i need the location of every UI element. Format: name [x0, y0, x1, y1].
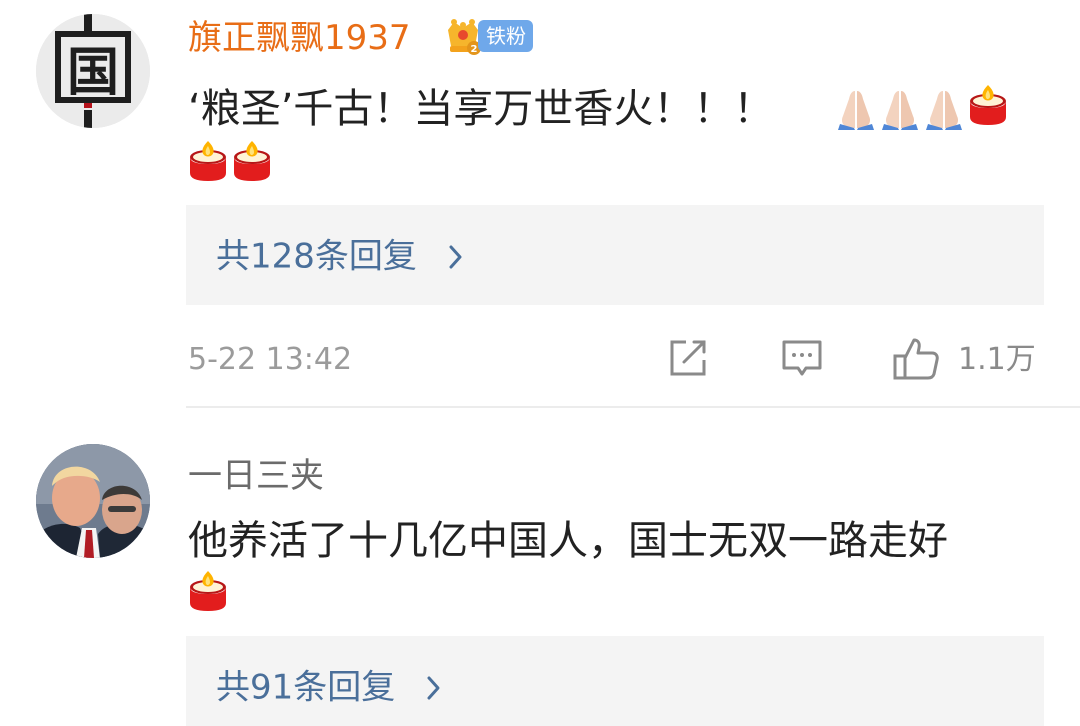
replies-count-label: 共128条回复	[216, 236, 417, 277]
replies-link[interactable]: 共128条回复	[216, 235, 464, 277]
replies-link[interactable]: 共91条回复	[216, 666, 442, 708]
reply-preview-box[interactable]: 共128条回复	[186, 205, 1044, 305]
fan-badge: 铁粉	[478, 20, 533, 52]
candle-emoji	[188, 570, 228, 612]
pray-emoji	[836, 88, 876, 130]
comment-icon[interactable]	[780, 336, 824, 380]
candle-emoji	[188, 140, 228, 182]
crown-badge-icon: 2	[448, 19, 481, 55]
comment-item: 一日三夹 他养活了十几亿中国人，国士无双一路走好 共91条回复	[0, 408, 1080, 726]
svg-text:2: 2	[471, 44, 478, 55]
chevron-right-icon	[427, 676, 440, 699]
comment-text-line: 他养活了十几亿中国人，国士无双一路走好	[188, 518, 948, 564]
comment-text-line: ‘粮圣’千古！当享万世香火！！！	[188, 86, 774, 132]
pray-emoji	[924, 88, 964, 130]
username[interactable]: 旗正飘飘1937	[188, 18, 411, 58]
comment-text: 他养活了十几亿中国人，国士无双一路走好	[188, 512, 948, 570]
guo-avatar-icon: 国	[36, 14, 150, 128]
avatar[interactable]: 国	[36, 14, 150, 128]
timestamp: 5-22 13:42	[188, 342, 353, 377]
avatar-text: 国	[67, 43, 119, 103]
avatar[interactable]	[36, 444, 150, 558]
comment-text: ‘粮圣’千古！当享万世香火！！！	[188, 80, 773, 138]
comment-item: 国 旗正飘飘1937 2 铁粉 ‘粮圣’千古！当享万世香火！！！ 共128条回复…	[0, 0, 1080, 408]
chevron-right-icon	[449, 245, 462, 268]
candle-emoji	[232, 140, 272, 182]
like-count: 1.1万	[958, 342, 1036, 377]
photo-avatar-icon	[36, 444, 150, 558]
comment-footer: 5-22 13:42 1.1万	[0, 330, 1080, 390]
candle-emoji	[968, 84, 1008, 126]
reply-preview-box[interactable]: 共91条回复	[186, 636, 1044, 726]
pray-emoji	[880, 88, 920, 130]
replies-count-label: 共91条回复	[216, 667, 396, 708]
username[interactable]: 一日三夹	[188, 456, 324, 496]
thumbs-up-icon[interactable]	[892, 336, 940, 382]
share-icon[interactable]	[666, 336, 710, 380]
